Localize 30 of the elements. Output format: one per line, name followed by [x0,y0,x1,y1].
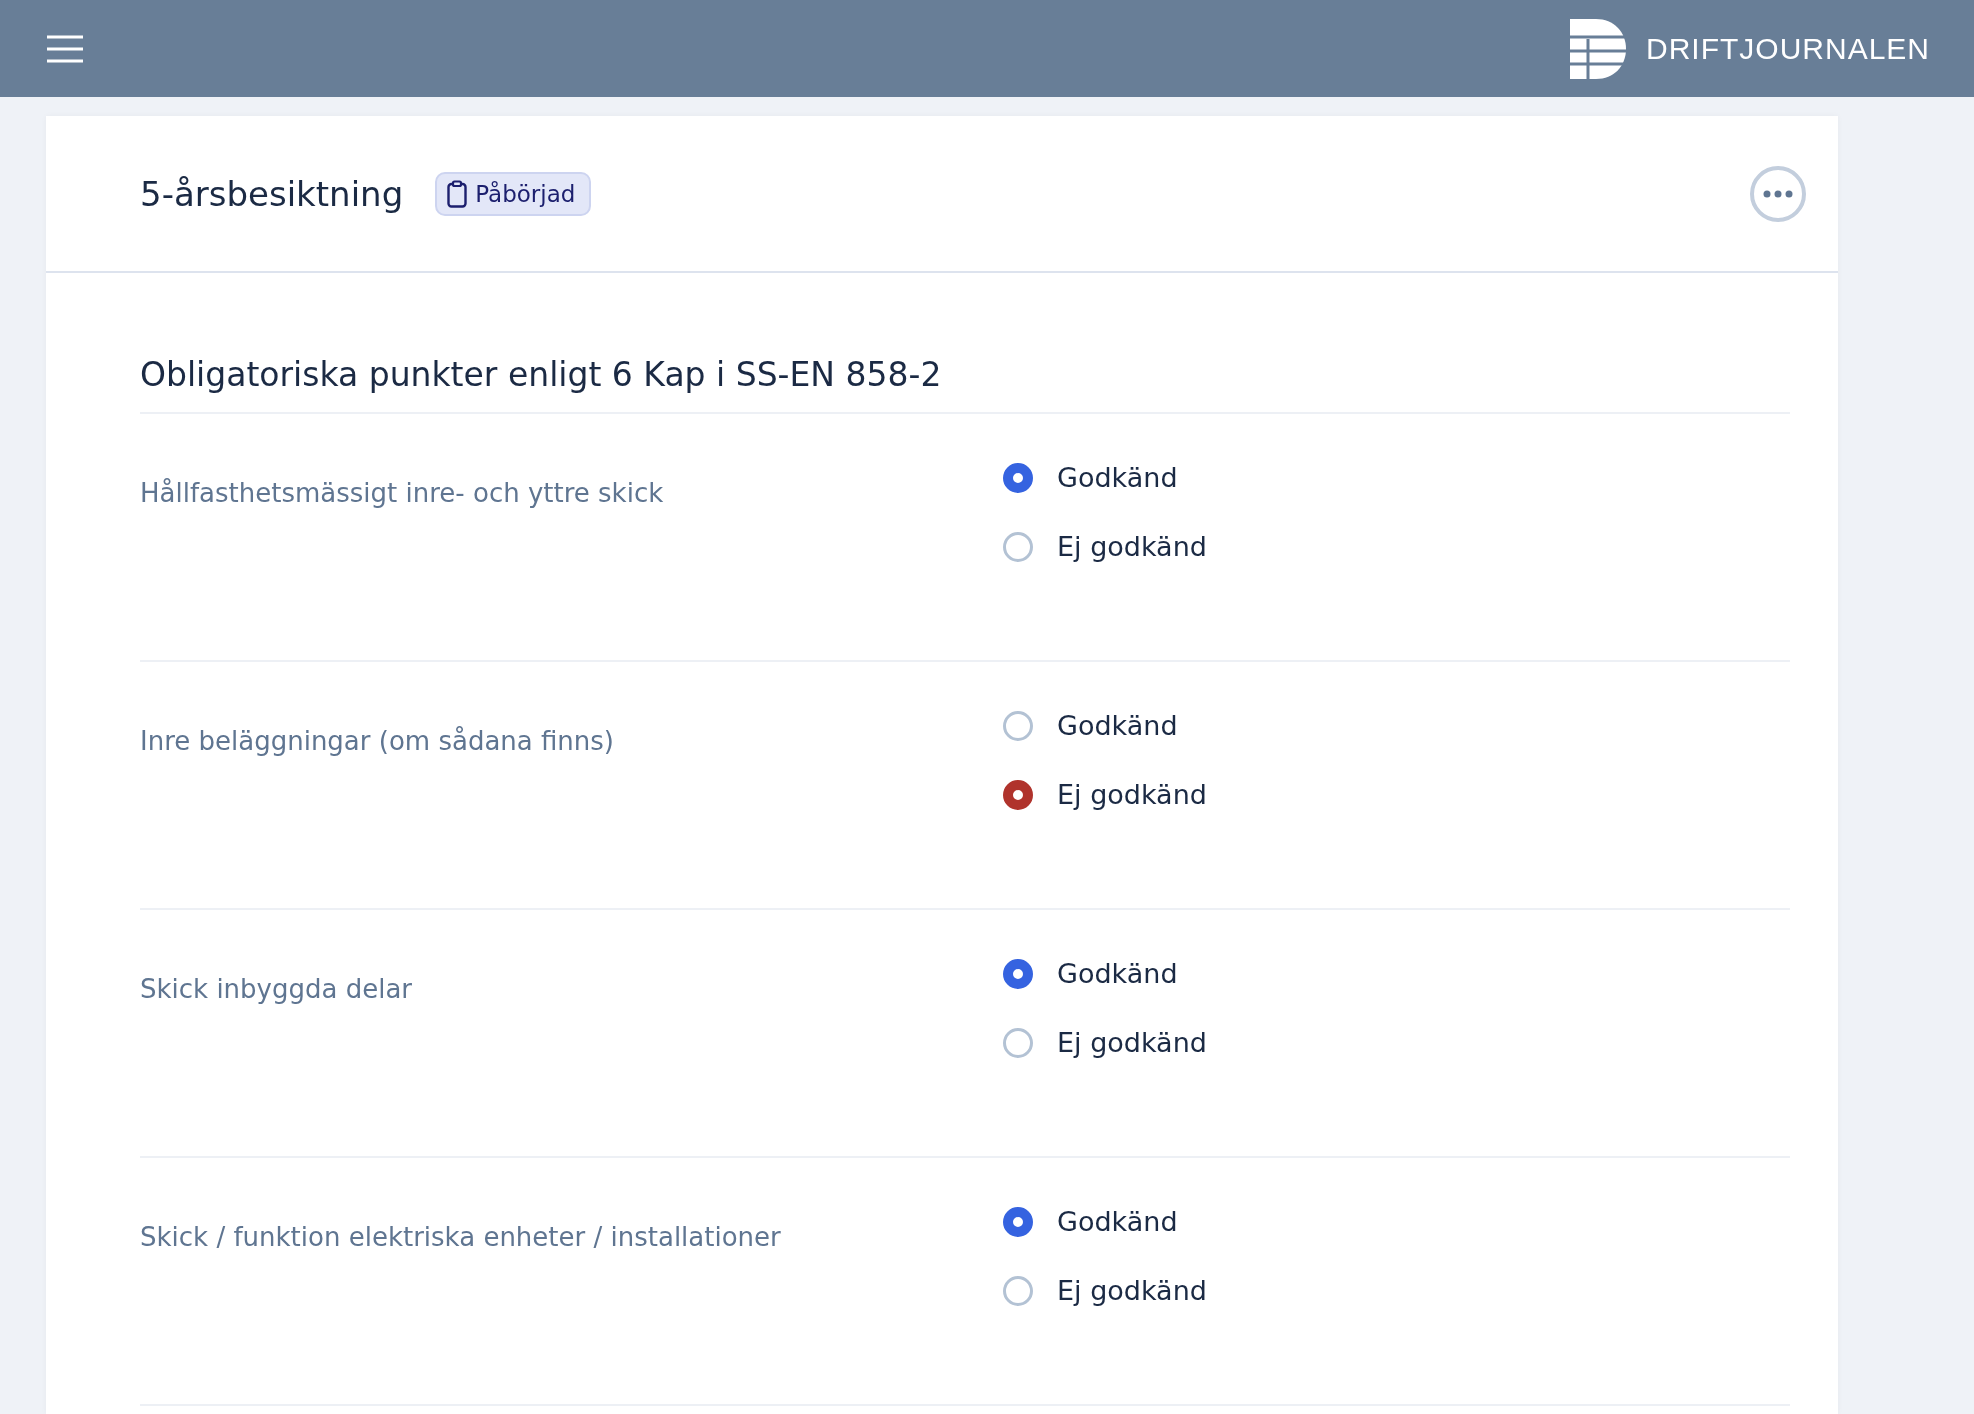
page-title: 5-årsbesiktning [140,173,404,214]
more-button[interactable] [1750,165,1806,222]
radio-option[interactable]: Ej godkänd [1003,779,1207,810]
radio-button[interactable] [1003,531,1033,562]
radio-button[interactable] [1003,1275,1033,1306]
radio-option[interactable]: Ej godkänd [1003,1275,1207,1306]
logo-icon [1570,18,1626,79]
radio-button[interactable] [1003,1027,1033,1058]
more-icon [1763,189,1793,198]
radio-button[interactable] [1003,958,1033,989]
menu-button[interactable] [46,34,84,63]
question-label: Hållfasthetsmässigt inre- och yttre skick [140,477,665,508]
radio-button[interactable] [1003,1206,1033,1237]
section-heading: Obligatoriska punkter enligt 6 Kap i SS-EN 858-2 [140,355,1790,414]
status-label: Påbörjad [475,180,576,207]
radio-option[interactable]: Godkänd [1003,710,1178,741]
radio-option[interactable]: Ej godkänd [1003,531,1207,562]
radio-button[interactable] [1003,462,1033,493]
radio-option[interactable]: Godkänd [1003,1206,1178,1237]
question-label: Skick / funktion elektriska enheter / installationer [140,1221,782,1252]
question-label: Skick inbyggda delar [140,973,414,1004]
radio-button[interactable] [1003,710,1033,741]
brand-name: DRIFTJOURNALEN [1646,31,1930,66]
radio-option[interactable]: Ej godkänd [1003,1027,1207,1058]
radio-option[interactable]: Godkänd [1003,958,1178,989]
radio-button[interactable] [1003,779,1033,810]
clipboard-icon [447,179,468,208]
radio-option[interactable]: Godkänd [1003,462,1178,493]
menu-icon [46,34,84,63]
question-label: Inre beläggningar (om sådana finns) [140,725,616,756]
